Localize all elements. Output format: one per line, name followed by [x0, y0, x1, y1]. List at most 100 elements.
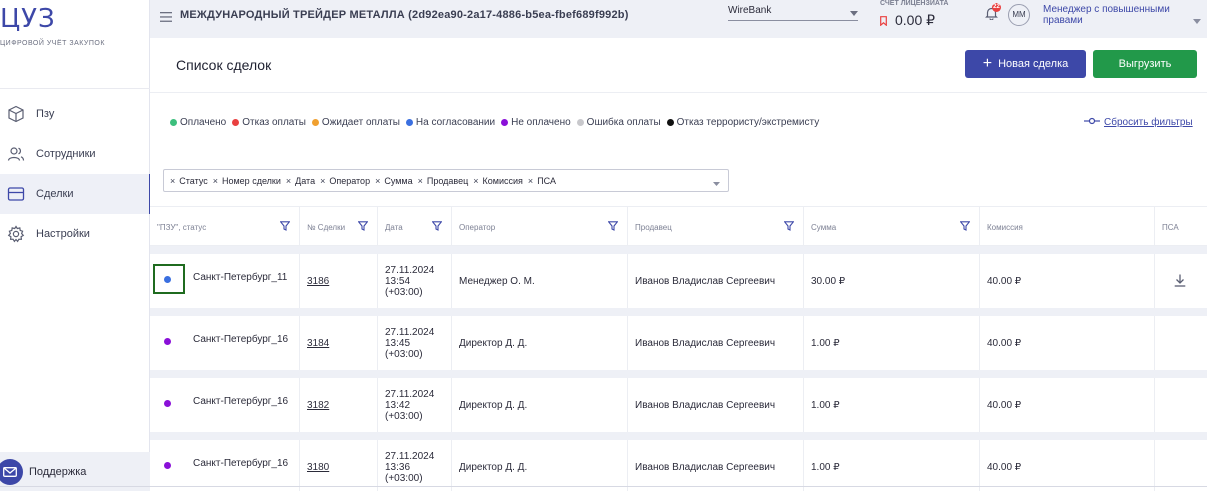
- column-header-seller[interactable]: Продавец: [628, 207, 804, 247]
- close-icon[interactable]: ×: [170, 176, 175, 186]
- table-row[interactable]: Санкт-Петербург_16 3182 27.11.2024 13:42…: [150, 378, 1207, 432]
- logo-subtitle: ЦИФРОВОЙ УЧЁТ ЗАКУПОК: [0, 40, 105, 47]
- legend-dot: [311, 119, 319, 126]
- sidebar-item-settings[interactable]: Настройки: [0, 214, 150, 254]
- sidebar-item-deals[interactable]: Сделки: [0, 174, 151, 214]
- notifications-button[interactable]: 22: [985, 3, 1001, 21]
- reset-filters-link[interactable]: Сбросить фильтры: [1084, 117, 1193, 128]
- export-button[interactable]: Выгрузить: [1093, 50, 1197, 78]
- filter-chip[interactable]: × Сумма: [375, 176, 413, 186]
- column-header-date[interactable]: Дата: [378, 207, 452, 247]
- column-header-label: Дата: [385, 222, 403, 232]
- menu-icon[interactable]: [160, 9, 172, 22]
- filter-chip-label: Продавец: [426, 175, 469, 186]
- column-header-operator[interactable]: Оператор: [452, 207, 628, 247]
- filter-chip[interactable]: × Статус: [170, 176, 208, 186]
- legend-dot: [170, 119, 177, 126]
- status-cell: Санкт-Петербург_16: [150, 378, 300, 432]
- table-header: "ПЗУ", статус № Сделки Дата Оператор Про…: [150, 206, 1207, 247]
- logo[interactable]: ЦУЗ: [0, 4, 56, 34]
- bank-select[interactable]: WireBank: [728, 5, 858, 21]
- filter-chip[interactable]: × Продавец: [418, 176, 469, 186]
- column-header-label: Сумма: [811, 222, 837, 232]
- filter-chip[interactable]: × Номер сделки: [213, 176, 281, 186]
- filter-chip-label: Номер сделки: [221, 175, 281, 186]
- deal-date: 27.11.2024: [385, 326, 435, 338]
- commission-cell: 40.00 ₽: [980, 378, 1155, 432]
- deal-link[interactable]: 3186: [307, 276, 329, 287]
- reset-filter-icon: [1084, 117, 1100, 128]
- filter-icon[interactable]: [357, 221, 369, 233]
- filter-icon[interactable]: [959, 221, 971, 233]
- sidebar-nav: Пзу Сотрудники Сделки Настройки: [0, 94, 151, 254]
- deal-timezone: (+03:00): [385, 472, 423, 484]
- column-header-sum[interactable]: Сумма: [804, 207, 980, 247]
- close-icon[interactable]: ×: [213, 176, 218, 186]
- bookmark-icon: [880, 13, 887, 29]
- date-cell: 27.11.2024 13:36 (+03:00): [378, 440, 452, 491]
- filter-chip[interactable]: × Оператор: [320, 176, 370, 186]
- sidebar: ЦУЗ ЦИФРОВОЙ УЧЁТ ЗАКУПОК Пзу Сотрудники…: [0, 0, 151, 491]
- filter-icon[interactable]: [279, 221, 291, 233]
- close-icon[interactable]: ×: [418, 176, 423, 186]
- deal-link[interactable]: 3182: [307, 400, 329, 411]
- filter-chip[interactable]: × Комиссия: [473, 176, 523, 186]
- filter-icon[interactable]: [431, 221, 443, 233]
- column-header-label: ПСА: [1162, 222, 1179, 232]
- close-icon[interactable]: ×: [375, 176, 380, 186]
- column-header-status[interactable]: "ПЗУ", статус: [150, 207, 300, 247]
- deal-date: 27.11.2024: [385, 388, 435, 400]
- user-role[interactable]: Менеджер с повышенными правами: [1043, 4, 1173, 26]
- seller-cell: Иванов Владислав Сергеевич: [628, 254, 804, 308]
- legend-dot: [666, 119, 674, 126]
- row-gap: [150, 432, 1207, 440]
- chevron-down-icon[interactable]: [713, 178, 720, 188]
- deals-panel: Список сделок + Новая сделка Выгрузить О…: [150, 38, 1207, 491]
- column-header-label: № Сделки: [307, 222, 346, 232]
- close-icon[interactable]: ×: [528, 176, 533, 186]
- avatar[interactable]: ММ: [1008, 4, 1030, 26]
- table-row[interactable]: Санкт-Петербург_16 3184 27.11.2024 13:45…: [150, 316, 1207, 370]
- status-dot: [164, 400, 171, 407]
- filter-chip-label: ПСА: [537, 175, 556, 186]
- legend-dot: [501, 119, 509, 126]
- filter-icon[interactable]: [783, 221, 795, 233]
- filter-chip[interactable]: × Дата: [286, 176, 315, 186]
- sidebar-item-pzu[interactable]: Пзу: [0, 94, 150, 134]
- sidebar-item-label: Пзу: [36, 108, 55, 120]
- status-dot: [164, 276, 171, 283]
- nav-divider: [0, 88, 150, 89]
- legend-item: Ожидает оплаты: [311, 117, 400, 128]
- deal-link[interactable]: 3184: [307, 338, 329, 349]
- deal-link[interactable]: 3180: [307, 462, 329, 473]
- filter-chip[interactable]: × ПСА: [528, 176, 556, 186]
- column-filter-select[interactable]: × Статус × Номер сделки × Дата × Оператор × С…: [163, 169, 729, 192]
- sidebar-item-employees[interactable]: Сотрудники: [0, 134, 150, 174]
- row-gap: [150, 308, 1207, 316]
- close-icon[interactable]: ×: [473, 176, 478, 186]
- deal-date: 27.11.2024: [385, 264, 435, 276]
- notification-badge: 22: [992, 3, 1001, 12]
- download-icon[interactable]: [1174, 274, 1186, 292]
- license-account-value: 0.00 ₽: [880, 12, 935, 29]
- psa-cell: [1155, 440, 1207, 491]
- table-row[interactable]: Санкт-Петербург_11 3186 27.11.2024 13:54…: [150, 254, 1207, 308]
- legend-item: Отказ оплаты: [232, 117, 306, 128]
- deal-number-cell: 3180: [300, 440, 378, 491]
- table-row[interactable]: Санкт-Петербург_16 3180 27.11.2024 13:36…: [150, 440, 1207, 491]
- commission-cell: 40.00 ₽: [980, 254, 1155, 308]
- commission-cell: 40.00 ₽: [980, 440, 1155, 491]
- legend-label: Отказ оплаты: [242, 117, 306, 128]
- company-name: МЕЖДУНАРОДНЫЙ ТРЕЙДЕР МЕТАЛЛА (2d92ea90-…: [180, 9, 629, 21]
- chevron-down-icon[interactable]: [1193, 11, 1201, 29]
- seller-cell: Иванов Владислав Сергеевич: [628, 378, 804, 432]
- filter-icon[interactable]: [607, 221, 619, 233]
- close-icon[interactable]: ×: [286, 176, 291, 186]
- legend-item: Ошибка оплаты: [576, 117, 661, 128]
- sum-cell: 1.00 ₽: [804, 440, 980, 491]
- new-deal-button[interactable]: + Новая сделка: [965, 50, 1086, 78]
- column-header-deal-number[interactable]: № Сделки: [300, 207, 378, 247]
- legend-dot: [405, 119, 413, 126]
- close-icon[interactable]: ×: [320, 176, 325, 186]
- sidebar-item-label: Сотрудники: [36, 148, 96, 160]
